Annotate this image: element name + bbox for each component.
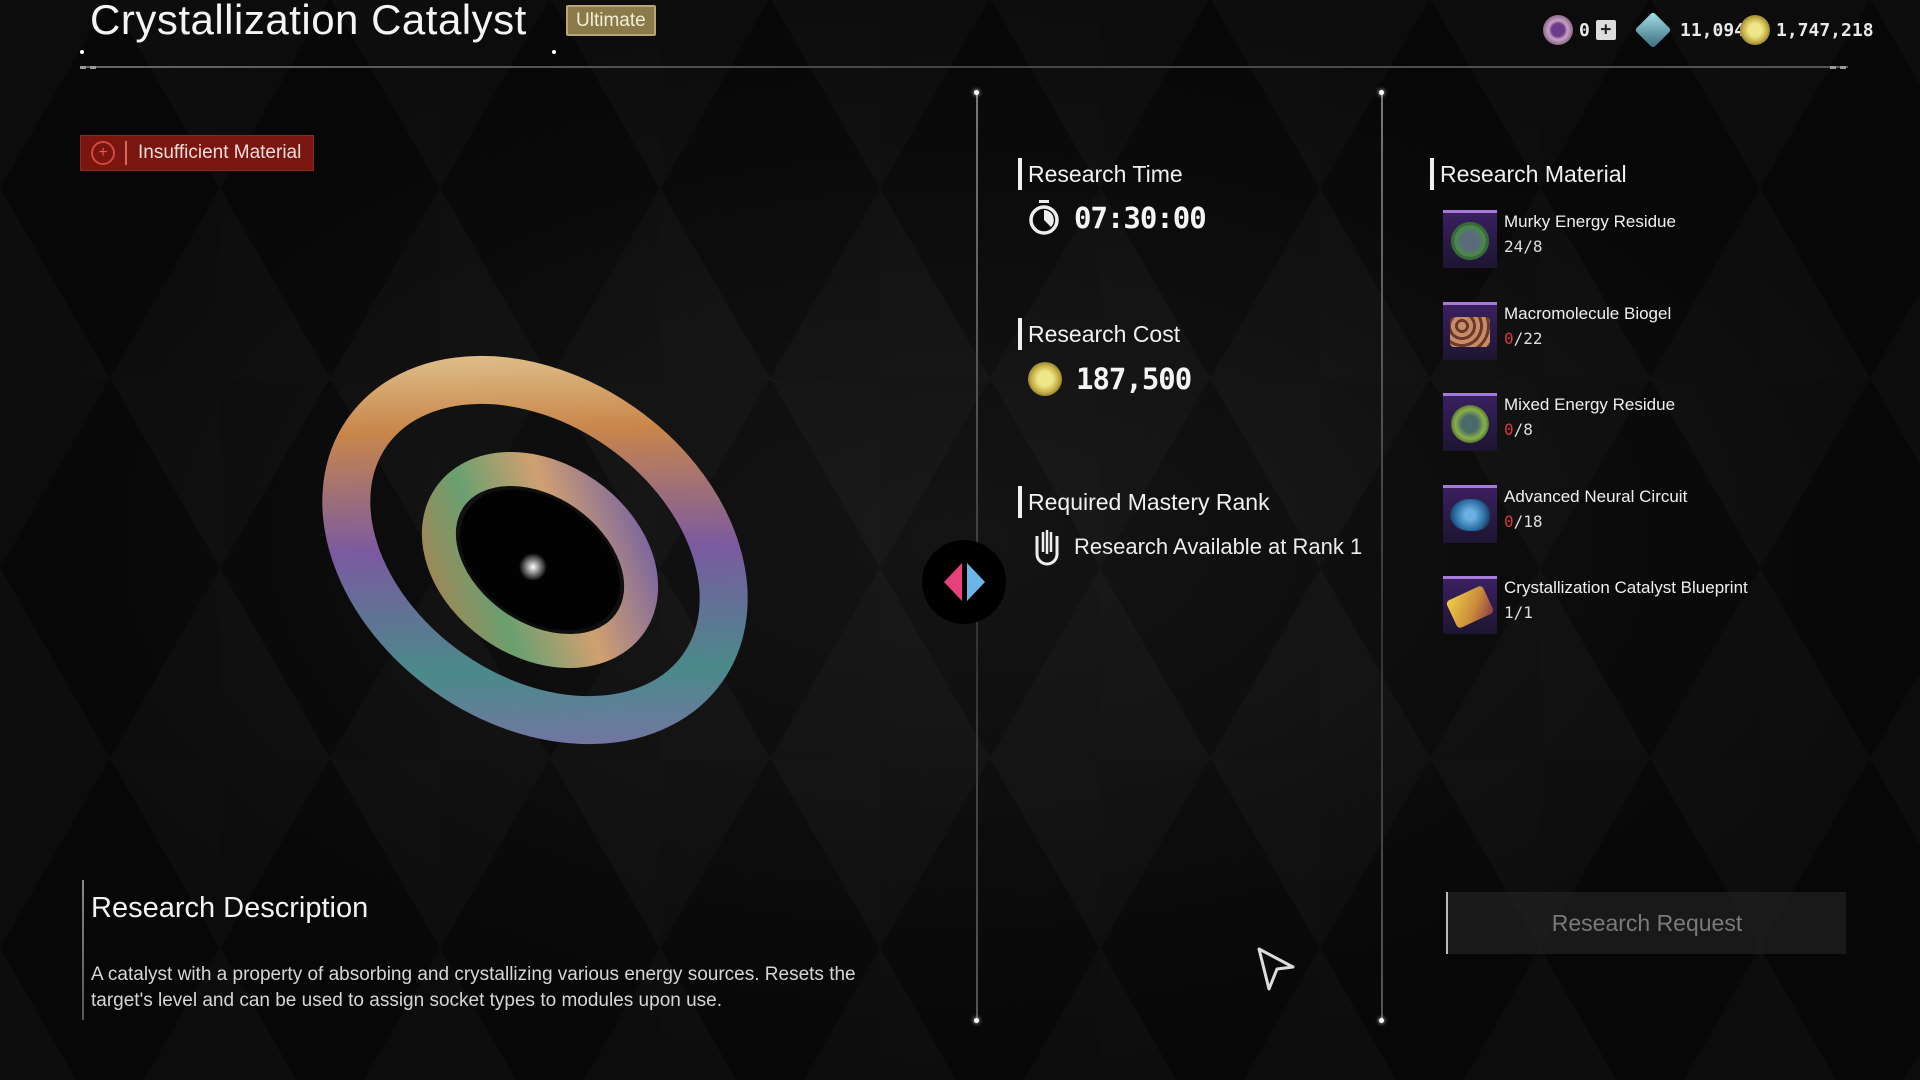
energy-residue-icon bbox=[1451, 221, 1489, 260]
divider-tick bbox=[1840, 66, 1846, 69]
mastery-rank-value: Research Available at Rank 1 bbox=[1074, 534, 1363, 559]
material-item[interactable]: Crystallization Catalyst Blueprint 1/1 bbox=[1443, 576, 1843, 668]
currency-ticket: 0 + bbox=[1543, 12, 1616, 48]
material-icon bbox=[1443, 484, 1497, 543]
material-name: Mixed Energy Residue bbox=[1504, 395, 1676, 414]
warning-text: Insufficient Material bbox=[138, 142, 302, 163]
mastery-rank-label: Required Mastery Rank bbox=[1028, 488, 1270, 515]
badge-separator bbox=[125, 141, 127, 165]
core-spark bbox=[519, 553, 547, 581]
neural-circuit-icon bbox=[1450, 499, 1490, 531]
title-corner-dot bbox=[80, 50, 84, 54]
energy-residue-icon bbox=[1451, 404, 1489, 443]
material-icon bbox=[1443, 576, 1497, 634]
research-time-label: Research Time bbox=[1028, 160, 1183, 187]
research-material-header: Research Material bbox=[1430, 158, 1627, 190]
research-material-label: Research Material bbox=[1440, 160, 1627, 187]
currency-gold: 1,747,218 bbox=[1740, 12, 1874, 48]
gold-coin-icon bbox=[1028, 362, 1062, 396]
ticket-icon bbox=[1543, 15, 1573, 45]
section-accent bbox=[1430, 158, 1434, 190]
mastery-rank-header: Required Mastery Rank bbox=[1018, 486, 1270, 518]
research-time-value: 07:30:00 bbox=[1074, 201, 1207, 235]
column-divider bbox=[1381, 93, 1383, 1020]
description-accent-bar bbox=[82, 880, 84, 1020]
material-item[interactable]: Murky Energy Residue 24/8 bbox=[1443, 210, 1843, 302]
header-divider bbox=[80, 66, 1848, 68]
material-count: 0/18 bbox=[1504, 511, 1543, 531]
page-title: Crystallization Catalyst bbox=[90, 0, 527, 43]
material-count: 24/8 bbox=[1504, 237, 1543, 256]
section-accent bbox=[1018, 318, 1022, 350]
material-count: 1/1 bbox=[1504, 603, 1533, 622]
description-title: Research Description bbox=[91, 892, 369, 924]
research-cost-row: 187,500 bbox=[1028, 362, 1192, 396]
material-item[interactable]: Mixed Energy Residue 0/8 bbox=[1443, 393, 1843, 485]
research-cost-label: Research Cost bbox=[1028, 320, 1181, 347]
item-preview-image bbox=[322, 355, 748, 745]
ticket-count: 0 bbox=[1579, 19, 1590, 41]
research-time-header: Research Time bbox=[1018, 158, 1183, 190]
research-time-row: 07:30:00 bbox=[1028, 200, 1207, 236]
rarity-badge: Ultimate bbox=[566, 5, 656, 36]
title-corner-dot bbox=[552, 50, 556, 54]
material-item[interactable]: Advanced Neural Circuit 0/18 bbox=[1443, 484, 1843, 577]
material-icon bbox=[1443, 393, 1497, 451]
research-cost-header: Research Cost bbox=[1018, 318, 1180, 350]
divider-dot bbox=[1379, 90, 1384, 95]
description-text: A catalyst with a property of absorbing … bbox=[91, 964, 856, 1011]
material-count: 0/22 bbox=[1504, 328, 1543, 348]
material-list: Murky Energy Residue 24/8 Macromolecule … bbox=[1443, 210, 1843, 668]
mouse-cursor-icon bbox=[1257, 947, 1295, 991]
mastery-rank-row: Research Available at Rank 1 bbox=[1034, 528, 1362, 566]
crystal-icon bbox=[1634, 11, 1672, 49]
stopwatch-icon bbox=[1029, 200, 1059, 235]
divider-tick bbox=[80, 66, 86, 69]
divider-tick bbox=[1830, 66, 1836, 69]
material-count: 0/8 bbox=[1504, 420, 1533, 439]
material-name: Advanced Neural Circuit bbox=[1504, 486, 1688, 506]
arrow-left-icon bbox=[943, 563, 962, 601]
material-icon bbox=[1443, 210, 1497, 268]
gold-count: 1,747,218 bbox=[1776, 19, 1874, 41]
divider-dot bbox=[974, 90, 979, 95]
research-request-button[interactable]: Research Request bbox=[1446, 892, 1846, 954]
divider-tick bbox=[90, 66, 96, 69]
gold-coin-icon bbox=[1740, 15, 1770, 45]
section-accent bbox=[1018, 158, 1022, 190]
blueprint-icon bbox=[1445, 584, 1495, 629]
material-name: Macromolecule Biogel bbox=[1504, 303, 1672, 323]
crystal-count: 11,094 bbox=[1680, 19, 1746, 41]
divider-dot bbox=[1379, 1018, 1384, 1023]
biogel-icon bbox=[1450, 317, 1490, 347]
arrow-right-icon bbox=[966, 563, 985, 601]
section-accent bbox=[1018, 486, 1022, 518]
material-name: Murky Energy Residue bbox=[1504, 212, 1676, 231]
research-cost-value: 187,500 bbox=[1076, 362, 1192, 396]
add-ticket-button[interactable]: + bbox=[1595, 20, 1616, 40]
material-name: Crystallization Catalyst Blueprint bbox=[1504, 578, 1748, 597]
compare-toggle-button[interactable] bbox=[922, 540, 1006, 624]
mastery-rank-icon bbox=[1035, 530, 1059, 566]
warning-icon: + bbox=[91, 141, 115, 165]
material-icon bbox=[1443, 301, 1497, 360]
divider-dot bbox=[974, 1018, 979, 1023]
insufficient-material-badge: + Insufficient Material bbox=[80, 135, 314, 171]
currency-crystal: 11,094 bbox=[1634, 11, 1746, 49]
material-item[interactable]: Macromolecule Biogel 0/22 bbox=[1443, 301, 1843, 394]
